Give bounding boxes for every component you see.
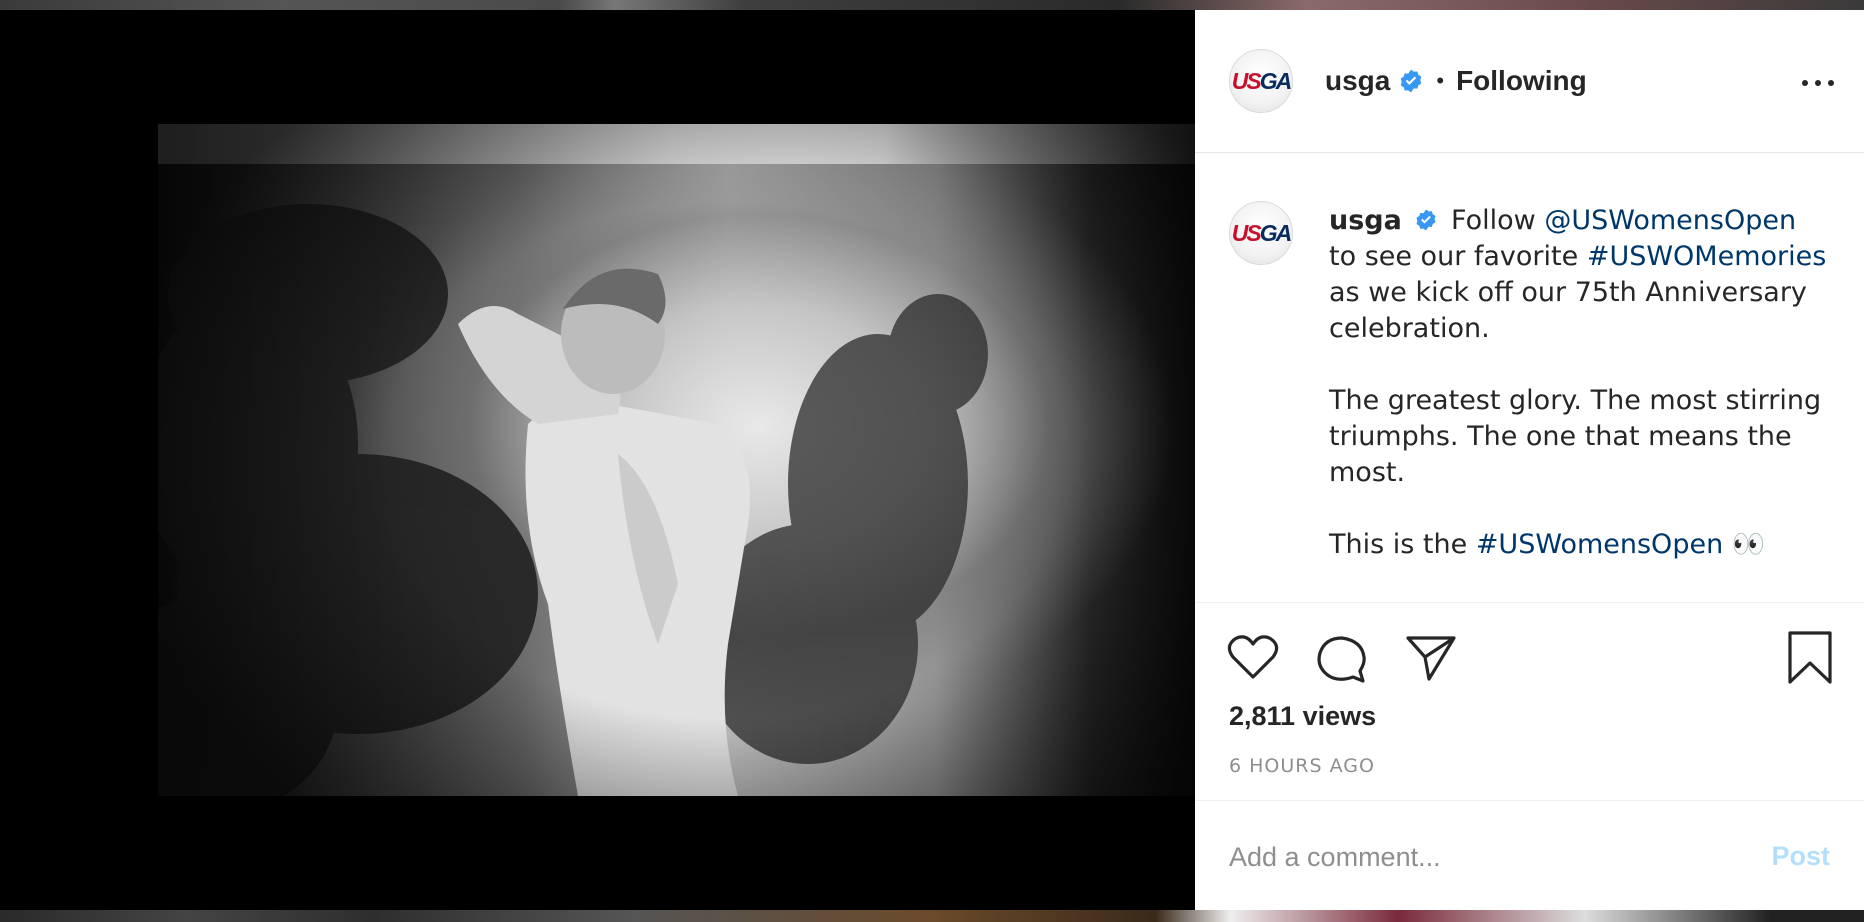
post-comment-button[interactable]: Post	[1771, 841, 1830, 872]
caption-text-segment: to see our favorite	[1329, 241, 1579, 272]
view-count[interactable]: 2,811 views	[1229, 701, 1376, 732]
following-button[interactable]: Following	[1456, 65, 1587, 97]
verified-badge-icon	[1416, 209, 1436, 231]
comment-bar: Post	[1195, 800, 1864, 911]
post-timestamp[interactable]: 6 HOURS AGO	[1229, 755, 1375, 777]
video-frame[interactable]	[158, 124, 1195, 796]
avatar-logo-us: US	[1231, 219, 1262, 246]
background-feed-bottom	[0, 910, 1864, 922]
post-side-panel: US GA usga • Following US GA usga Follow…	[1195, 10, 1864, 910]
caption-paragraph-2: The greatest glory. The most stirring tr…	[1329, 385, 1822, 488]
background-feed-top	[0, 0, 1864, 10]
comment-input[interactable]	[1229, 837, 1729, 877]
hashtag-link[interactable]: #USWomensOpen	[1476, 529, 1723, 560]
heart-icon[interactable]	[1227, 633, 1279, 686]
header-separator: •	[1436, 68, 1445, 93]
paper-plane-icon[interactable]	[1405, 633, 1457, 688]
more-options-icon[interactable]	[1802, 77, 1834, 89]
caption-username[interactable]: usga	[1329, 205, 1402, 236]
caption-area[interactable]: US GA usga Follow @USWomensOpen to see ou…	[1195, 153, 1864, 601]
verified-badge-icon	[1401, 69, 1422, 93]
caption-paragraph-3: This is the #USWomensOpen 👀	[1329, 527, 1829, 563]
more-dot	[1828, 80, 1834, 86]
more-dot	[1802, 80, 1808, 86]
post-modal: US GA usga • Following US GA usga Follow…	[0, 10, 1864, 910]
eyes-emoji: 👀	[1731, 529, 1766, 560]
avatar-logo-us: US	[1231, 67, 1262, 94]
more-dot	[1815, 80, 1821, 86]
caption-avatar[interactable]: US GA	[1229, 201, 1293, 265]
avatar-logo-ga: GA	[1259, 67, 1292, 94]
hashtag-link[interactable]: #USWOMemories	[1587, 241, 1826, 272]
header-username[interactable]: usga	[1325, 65, 1390, 97]
caption-paragraph-1: usga Follow @USWomensOpen to see our fav…	[1329, 203, 1829, 347]
video-vignette	[158, 124, 1195, 796]
action-bar	[1195, 602, 1864, 603]
avatar[interactable]: US GA	[1229, 49, 1293, 113]
caption-text-segment: Follow	[1451, 205, 1536, 236]
post-header: US GA usga • Following	[1195, 10, 1864, 153]
caption-text-segment: This is the	[1329, 529, 1468, 560]
caption-text: usga Follow @USWomensOpen to see our fav…	[1329, 203, 1829, 599]
mention-link[interactable]: @USWomensOpen	[1544, 205, 1796, 236]
avatar-logo-ga: GA	[1259, 219, 1292, 246]
video-player[interactable]	[0, 10, 1195, 910]
comment-icon[interactable]	[1315, 633, 1367, 690]
caption-text-segment: as we kick off our 75th Anniversary cele…	[1329, 277, 1807, 344]
bookmark-icon[interactable]	[1787, 630, 1833, 691]
header-user-line: usga • Following	[1325, 65, 1587, 97]
